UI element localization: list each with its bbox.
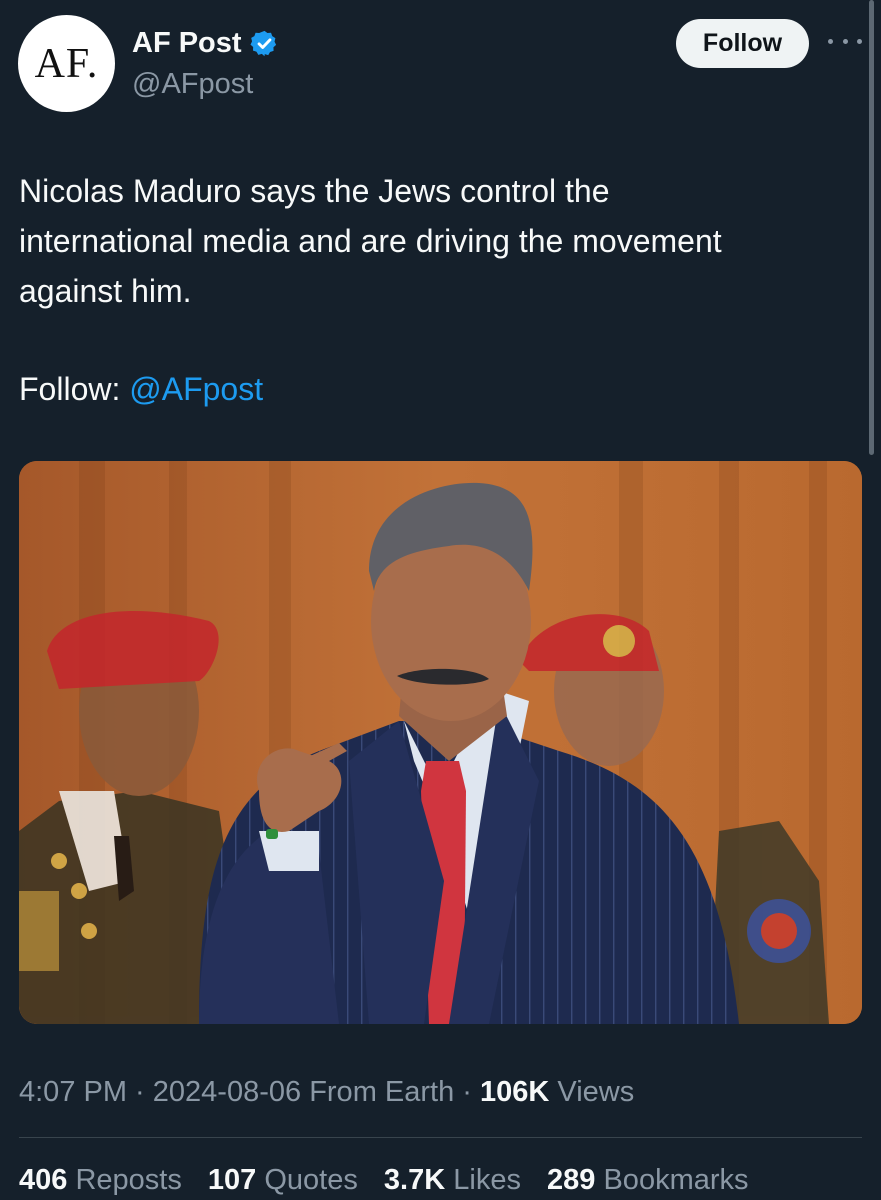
avatar[interactable]: AF.: [18, 15, 115, 112]
tweet-meta: 4:07 PM · 2024-08-06 From Earth · 106K V…: [19, 1072, 634, 1112]
divider: [19, 1137, 862, 1138]
likes-stat[interactable]: 3.7K Likes: [384, 1164, 521, 1196]
reposts-label: Reposts: [75, 1164, 182, 1196]
quotes-stat[interactable]: 107 Quotes: [208, 1164, 358, 1196]
reposts-stat[interactable]: 406 Reposts: [19, 1164, 182, 1196]
tweet-body: Nicolas Maduro says the Jews control the…: [19, 173, 722, 309]
views-label: Views: [557, 1076, 635, 1108]
more-dot: [828, 38, 833, 44]
bookmarks-stat[interactable]: 289 Bookmarks: [547, 1164, 749, 1196]
tweet-time[interactable]: 4:07 PM: [19, 1076, 127, 1108]
avatar-text: AF.: [34, 40, 99, 87]
photo-illustration: [19, 461, 862, 1024]
tweet-follow-line: Follow: @AFpost: [19, 364, 263, 414]
likes-label: Likes: [453, 1164, 521, 1196]
author-handle[interactable]: @AFpost: [132, 66, 253, 102]
quotes-count: 107: [207, 1164, 257, 1196]
author-name-row[interactable]: AF Post: [132, 26, 279, 60]
more-dot: [857, 38, 862, 44]
tweet-date[interactable]: 2024-08-06: [153, 1076, 301, 1108]
bookmarks-count: 289: [547, 1164, 596, 1196]
mention-link[interactable]: @AFpost: [129, 371, 263, 407]
meta-separator: ·: [454, 1076, 480, 1108]
tweet-source: From Earth: [309, 1076, 455, 1108]
more-dot: [842, 38, 848, 44]
engagement-stats: 406 Reposts 107 Quotes 3.7K Likes 289 Bo…: [19, 1160, 767, 1200]
follow-button[interactable]: Follow: [676, 19, 809, 68]
tweet-photo[interactable]: [19, 461, 862, 1024]
quotes-label: Quotes: [264, 1164, 358, 1196]
more-horizontal-icon[interactable]: [828, 30, 862, 52]
follow-prefix: Follow:: [19, 371, 130, 407]
views-count: 106K: [480, 1076, 550, 1108]
scrollbar[interactable]: [869, 0, 874, 455]
reposts-count: 406: [19, 1164, 68, 1196]
meta-separator: ·: [127, 1076, 153, 1108]
bookmarks-label: Bookmarks: [603, 1164, 749, 1196]
display-name[interactable]: AF Post: [132, 26, 242, 60]
tweet-text: Nicolas Maduro says the Jews control the…: [19, 166, 854, 316]
likes-count: 3.7K: [383, 1164, 446, 1196]
verified-badge-icon: [250, 30, 276, 56]
